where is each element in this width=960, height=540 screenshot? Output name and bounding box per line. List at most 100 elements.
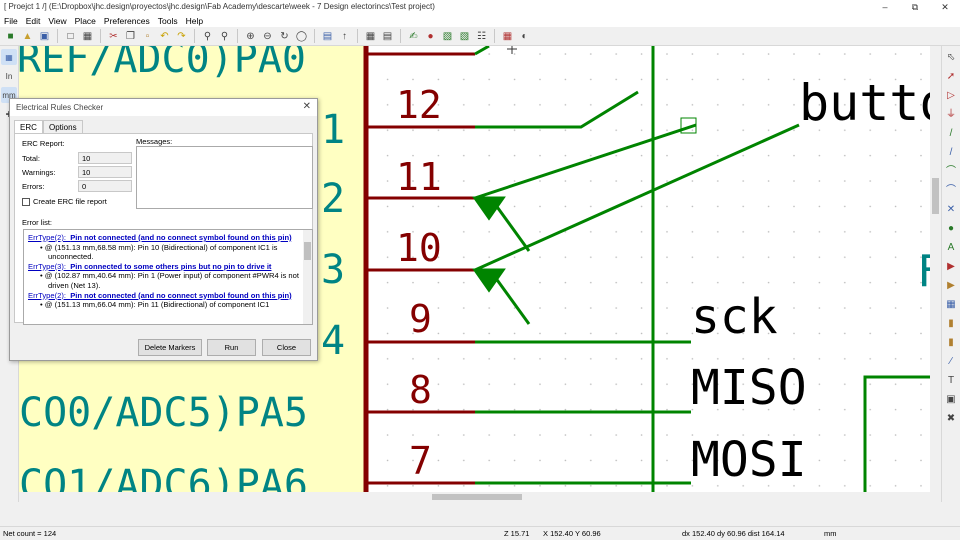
delete-icon[interactable]: ✖ xyxy=(943,410,959,426)
menu-place[interactable]: Place xyxy=(71,14,100,27)
zoom-out-icon[interactable]: ⊖ xyxy=(260,29,275,44)
library-editor-icon[interactable]: ▦ xyxy=(363,29,378,44)
toolbar-separator xyxy=(194,29,195,43)
toolbar-separator xyxy=(494,29,495,43)
errors-value: 0 xyxy=(78,180,132,192)
error-entry-detail[interactable]: • @ (102.87 mm,40.64 mm): Pin 1 (Power i… xyxy=(28,271,300,290)
error-list-label: Error list: xyxy=(22,218,52,227)
add-component-icon[interactable]: ▷ xyxy=(943,87,959,103)
add-wire-icon[interactable]: / xyxy=(943,125,959,141)
global-label-icon[interactable]: ▶ xyxy=(943,258,959,274)
net-label-icon[interactable]: A xyxy=(943,239,959,255)
error-entry-detail[interactable]: • @ (151.13 mm,66.04 mm): Pin 11 (Bidire… xyxy=(28,300,300,310)
warnings-label: Warnings: xyxy=(22,168,56,177)
bom-icon[interactable]: ☷ xyxy=(474,29,489,44)
bus-entry-icon[interactable]: ⌒ xyxy=(943,182,959,198)
find-replace-icon[interactable]: ⚲ xyxy=(217,29,232,44)
net-label-mosi[interactable]: MOSI xyxy=(691,432,807,488)
wire-entry-icon[interactable]: ⌒ xyxy=(943,163,959,179)
add-graphic-line-icon[interactable]: ∕ xyxy=(943,353,959,369)
leave-sheet-icon[interactable]: ↑ xyxy=(337,29,352,44)
net-label-miso[interactable]: MISO xyxy=(691,360,807,416)
highlight-net-icon[interactable]: ➚ xyxy=(943,68,959,84)
messages-box[interactable] xyxy=(136,146,313,209)
error-list-scrollbar[interactable] xyxy=(303,230,312,324)
menu-file[interactable]: File xyxy=(0,14,22,27)
net-label-button[interactable]: button xyxy=(799,74,930,132)
error-entry-title[interactable]: ErrType(3): Pin connected to some others… xyxy=(28,262,300,272)
paste-icon[interactable]: ▫ xyxy=(140,29,155,44)
menu-help[interactable]: Help xyxy=(182,14,207,27)
undo-icon[interactable]: ↶ xyxy=(157,29,172,44)
new-schematic-icon[interactable]: ■ xyxy=(3,29,18,44)
horizontal-scrollbar-thumb[interactable] xyxy=(432,494,522,500)
run-button[interactable]: Run xyxy=(207,339,256,356)
redo-icon[interactable]: ↷ xyxy=(174,29,189,44)
pcbnew-icon[interactable]: ▦ xyxy=(500,29,515,44)
pin-label-pa5: CO0/ADC5)PA5 xyxy=(19,390,308,436)
error-entry-detail[interactable]: • @ (151.13 mm,68.58 mm): Pin 10 (Bidire… xyxy=(28,243,300,262)
add-bus-icon[interactable]: / xyxy=(943,144,959,160)
menu-edit[interactable]: Edit xyxy=(22,14,45,27)
add-power-icon[interactable]: ⏚ xyxy=(943,106,959,122)
close-icon[interactable]: ✕ xyxy=(930,0,960,14)
vertical-scrollbar[interactable] xyxy=(930,46,941,492)
assign-footprints-icon[interactable]: ▧ xyxy=(457,29,472,44)
menu-view[interactable]: View xyxy=(44,14,70,27)
error-detail: @ (151.13 mm,66.04 mm): Pin 11 (Bidirect… xyxy=(44,300,270,310)
erc-icon[interactable]: ● xyxy=(423,29,438,44)
hierarchical-sheet-icon[interactable]: ▦ xyxy=(943,296,959,312)
back-annotate-icon[interactable]: ◐ xyxy=(517,29,532,44)
add-sheet-pin-icon[interactable]: ▮ xyxy=(943,334,959,350)
library-browser-icon[interactable]: ▤ xyxy=(380,29,395,44)
horizontal-scrollbar[interactable] xyxy=(19,492,930,502)
page-settings-icon[interactable]: □ xyxy=(63,29,78,44)
copy-icon[interactable]: ❐ xyxy=(123,29,138,44)
vertical-scrollbar-thumb[interactable] xyxy=(932,178,939,214)
dialog-close-icon[interactable]: ✕ xyxy=(303,101,311,112)
find-icon[interactable]: ⚲ xyxy=(200,29,215,44)
toolbar-separator xyxy=(100,29,101,43)
create-erc-file-label[interactable]: Create ERC file report xyxy=(33,197,107,206)
netlist-icon[interactable]: ▧ xyxy=(440,29,455,44)
net-label-sck[interactable]: sck xyxy=(691,289,778,345)
erc-dialog: Electrical Rules Checker ✕ ERC Options E… xyxy=(9,98,318,361)
zoom-in-icon[interactable]: ⊕ xyxy=(243,29,258,44)
add-image-icon[interactable]: ▣ xyxy=(943,391,959,407)
error-detail: @ (102.87 mm,40.64 mm): Pin 1 (Power inp… xyxy=(44,271,299,290)
create-erc-file-checkbox[interactable] xyxy=(22,198,30,206)
redraw-icon[interactable]: ↻ xyxy=(277,29,292,44)
error-list-scrollbar-thumb[interactable] xyxy=(304,242,311,260)
minimize-icon[interactable]: – xyxy=(870,0,900,14)
restore-icon[interactable]: ⧉ xyxy=(900,0,930,14)
cut-icon[interactable]: ✂ xyxy=(106,29,121,44)
error-list[interactable]: ErrType(2): Pin not connected (and no co… xyxy=(23,229,313,325)
tab-erc[interactable]: ERC xyxy=(14,120,43,133)
zoom-status: Z 15.71 xyxy=(504,529,530,538)
no-connect-icon[interactable]: ✕ xyxy=(943,201,959,217)
erc-dialog-titlebar[interactable]: Electrical Rules Checker ✕ xyxy=(10,99,317,116)
grid-toggle-icon[interactable]: ▦ xyxy=(1,49,17,65)
error-entry-title[interactable]: ErrType(2): Pin not connected (and no co… xyxy=(28,291,300,301)
select-arrow-icon[interactable]: ⬁ xyxy=(943,49,959,65)
save-icon[interactable]: ▣ xyxy=(37,29,52,44)
right-toolbar: ⬁ ➚ ▷ ⏚ / / ⌒ ⌒ ✕ ● A ▶ ▶ ▦ ▮ ▮ ∕ T ▣ ✖ xyxy=(941,46,960,502)
zoom-fit-icon[interactable]: ◯ xyxy=(294,29,309,44)
menu-tools[interactable]: Tools xyxy=(154,14,182,27)
error-title: Pin not connected (and no connect symbol… xyxy=(70,233,292,242)
open-schematic-icon[interactable]: ▲ xyxy=(20,29,35,44)
annotate-icon[interactable]: ✍ xyxy=(406,29,421,44)
units-inch-button[interactable]: In xyxy=(1,68,17,84)
delete-markers-button[interactable]: Delete Markers xyxy=(138,339,202,356)
hierarchical-label-icon[interactable]: ▶ xyxy=(943,277,959,293)
menu-preferences[interactable]: Preferences xyxy=(100,14,154,27)
tab-options[interactable]: Options xyxy=(43,120,83,133)
junction-icon[interactable]: ● xyxy=(943,220,959,236)
close-button[interactable]: Close xyxy=(262,339,311,356)
hierarchy-navigator-icon[interactable]: ▤ xyxy=(320,29,335,44)
status-bar: Net count = 124 Z 15.71 X 152.40 Y 60.96… xyxy=(0,526,960,540)
print-icon[interactable]: ▦ xyxy=(80,29,95,44)
import-sheet-pin-icon[interactable]: ▮ xyxy=(943,315,959,331)
error-entry-title[interactable]: ErrType(2): Pin not connected (and no co… xyxy=(28,233,300,243)
add-text-icon[interactable]: T xyxy=(943,372,959,388)
